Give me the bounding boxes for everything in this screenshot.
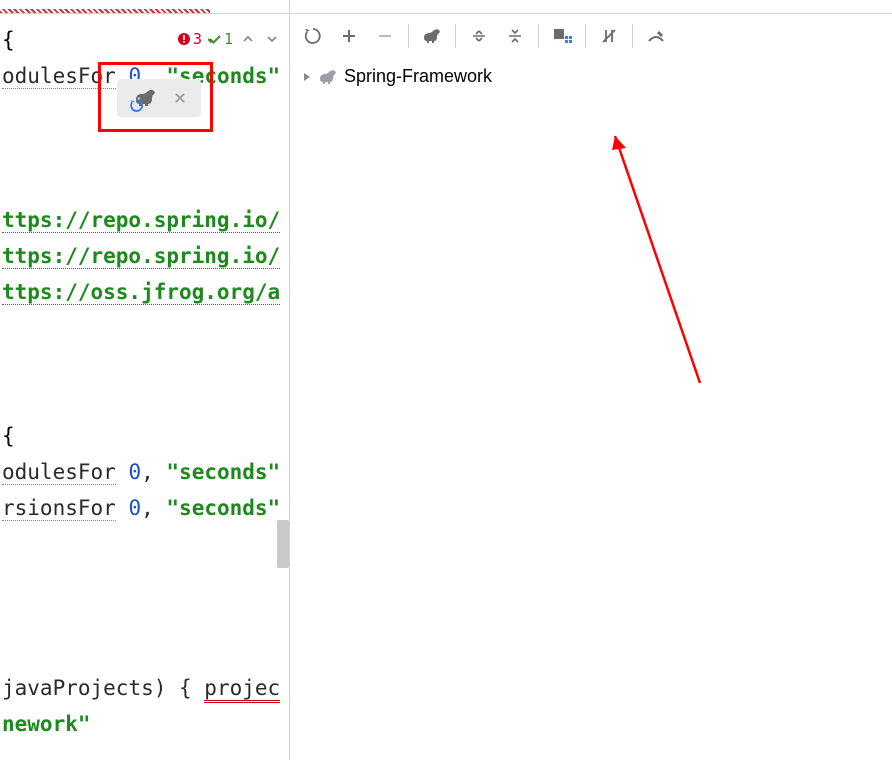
- annotation-arrow: [590, 118, 790, 418]
- code-line[interactable]: [0, 346, 289, 382]
- editor-scrollbar-thumb[interactable]: [277, 520, 289, 568]
- gradle-toolbar: [290, 14, 892, 58]
- code-line[interactable]: [0, 310, 289, 346]
- code-line[interactable]: ttps://repo.spring.io/: [0, 202, 289, 238]
- code-line[interactable]: [0, 562, 289, 598]
- code-line[interactable]: {: [0, 418, 289, 454]
- code-line[interactable]: {: [0, 22, 289, 58]
- toolbar-separator: [408, 24, 409, 48]
- code-line[interactable]: nework": [0, 706, 289, 742]
- toolbar-separator: [585, 24, 586, 48]
- error-squiggle: [0, 9, 210, 13]
- code-line[interactable]: [0, 598, 289, 634]
- toolbar-separator: [632, 24, 633, 48]
- code-line[interactable]: ttps://oss.jfrog.org/a: [0, 274, 289, 310]
- code-line[interactable]: [0, 634, 289, 670]
- add-button[interactable]: [332, 19, 366, 53]
- code-line[interactable]: [0, 166, 289, 202]
- code-line[interactable]: [0, 382, 289, 418]
- editor-tab-strip: [0, 0, 289, 14]
- code-line[interactable]: rsionsFor 0, "seconds": [0, 490, 289, 526]
- reload-button[interactable]: [296, 19, 330, 53]
- code-line[interactable]: odulesFor 0, "seconds": [0, 454, 289, 490]
- expand-chevron-icon[interactable]: [302, 72, 314, 82]
- collapse-all-button[interactable]: [498, 19, 532, 53]
- toolbar-separator: [455, 24, 456, 48]
- gradle-project-tree[interactable]: Spring-Framework: [290, 58, 892, 760]
- gradle-icon: [318, 69, 340, 85]
- show-dependencies-button[interactable]: [545, 19, 579, 53]
- gradle-header: —: [290, 0, 892, 14]
- remove-button: [368, 19, 402, 53]
- code-line[interactable]: [0, 526, 289, 562]
- gradle-project-name: Spring-Framework: [344, 66, 492, 87]
- gradle-project-root[interactable]: Spring-Framework: [298, 64, 884, 89]
- popup-close-button[interactable]: [173, 91, 187, 105]
- toggle-offline-button[interactable]: [592, 19, 626, 53]
- code-editor[interactable]: {odulesFor 0, "seconds" ttps://repo.spri…: [0, 22, 289, 760]
- minimize-icon[interactable]: —: [877, 0, 888, 7]
- code-line[interactable]: [0, 130, 289, 166]
- gradle-reload-popup: [117, 79, 201, 117]
- execute-gradle-task-button[interactable]: [415, 19, 449, 53]
- toolbar-separator: [538, 24, 539, 48]
- code-line[interactable]: ttps://repo.spring.io/: [0, 238, 289, 274]
- gradle-tool-window: —: [290, 0, 892, 760]
- editor-pane: 3 1 {odulesFor 0, "seconds" ttps://repo.…: [0, 0, 290, 760]
- gradle-reload-button[interactable]: [132, 86, 156, 110]
- gradle-settings-button[interactable]: [639, 19, 673, 53]
- expand-all-button[interactable]: [462, 19, 496, 53]
- code-line[interactable]: javaProjects) { projec: [0, 670, 289, 706]
